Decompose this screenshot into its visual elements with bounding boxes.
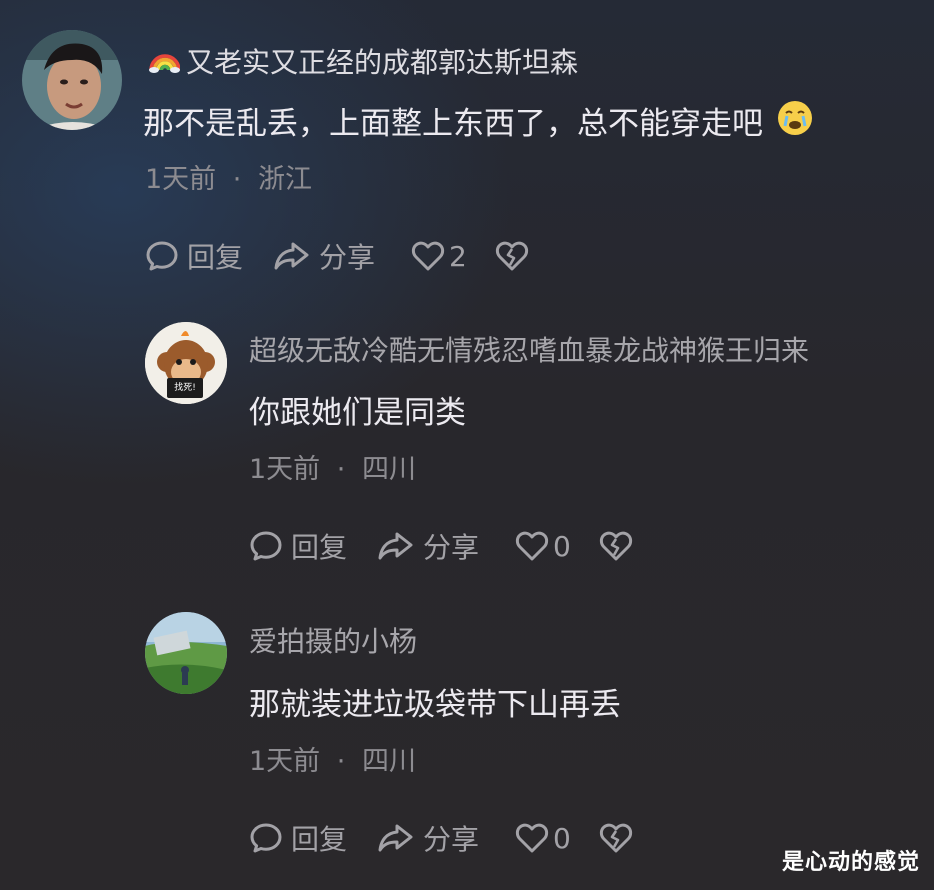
comment-meta: 1天前 · 四川: [249, 745, 416, 779]
action-bar: 回复 分享 2: [145, 236, 529, 276]
action-bar: 回复 分享 0: [249, 526, 633, 566]
broken-heart-icon: [599, 822, 633, 854]
share-arrow-icon: [273, 239, 311, 273]
avatar[interactable]: 找死!: [145, 322, 227, 404]
share-arrow-icon: [377, 821, 415, 855]
share-label: 分享: [319, 241, 376, 274]
reply-button[interactable]: 回复: [145, 236, 243, 276]
comment-meta: 1天前 · 浙江: [145, 163, 312, 197]
reply-label: 回复: [187, 241, 244, 274]
comment-body: 你跟她们是同类: [249, 395, 466, 431]
comment-body: 那就装进垃圾袋带下山再丢: [249, 687, 621, 723]
like-button[interactable]: 0: [515, 530, 571, 563]
location: 四川: [361, 746, 416, 777]
reply-label: 回复: [291, 823, 348, 856]
heart-icon: [515, 530, 549, 562]
reply-label: 回复: [291, 531, 348, 564]
comment-bubble-icon: [249, 821, 283, 855]
share-button[interactable]: 分享: [377, 818, 479, 858]
share-arrow-icon: [377, 529, 415, 563]
avatar[interactable]: [145, 612, 227, 694]
like-count: 0: [553, 821, 571, 855]
timestamp: 1天前: [145, 164, 217, 195]
comment-item: 找死! 超级无敌冷酷无情残忍嗜血暴龙战神猴王归来 你跟她们是同类 1天前 · 四…: [0, 300, 934, 590]
comment-bubble-icon: [145, 239, 179, 273]
comment-body: 那不是乱丢，上面整上东西了，总不能穿走吧: [143, 105, 763, 142]
share-button[interactable]: 分享: [273, 236, 375, 276]
action-bar: 回复 分享 0: [249, 818, 633, 858]
meta-separator: ·: [232, 164, 242, 195]
comment-bubble-icon: [249, 529, 283, 563]
like-count: 2: [449, 239, 467, 273]
avatar-sign-text: 找死!: [174, 383, 196, 393]
share-label: 分享: [423, 531, 480, 564]
username-text: 又老实又正经的成都郭达斯坦森: [186, 45, 579, 79]
like-button[interactable]: 0: [515, 822, 571, 855]
meta-separator: ·: [336, 454, 346, 485]
heart-icon: [411, 240, 445, 272]
comment-item: 又老实又正经的成都郭达斯坦森 那不是乱丢，上面整上东西了，总不能穿走吧 1天前 …: [0, 0, 934, 300]
timestamp: 1天前: [249, 746, 321, 777]
timestamp: 1天前: [249, 454, 321, 485]
username[interactable]: 又老实又正经的成都郭达斯坦森: [148, 42, 578, 83]
broken-heart-icon: [495, 240, 529, 272]
dislike-button[interactable]: [599, 822, 633, 854]
comment-text: 那不是乱丢，上面整上东西了，总不能穿走吧: [143, 98, 815, 149]
like-count: 0: [553, 529, 571, 563]
username[interactable]: 超级无敌冷酷无情残忍嗜血暴龙战神猴王归来: [249, 333, 809, 369]
reply-button[interactable]: 回复: [249, 526, 347, 566]
dislike-button[interactable]: [599, 530, 633, 562]
like-button[interactable]: 2: [411, 240, 467, 273]
reply-button[interactable]: 回复: [249, 818, 347, 858]
crying-face-icon: [775, 98, 815, 149]
share-button[interactable]: 分享: [377, 526, 479, 566]
comment-meta: 1天前 · 四川: [249, 453, 416, 487]
location: 浙江: [257, 164, 312, 195]
comment-text: 你跟她们是同类: [249, 392, 466, 434]
rainbow-icon: [148, 42, 181, 83]
dislike-button[interactable]: [495, 240, 529, 272]
broken-heart-icon: [599, 530, 633, 562]
location: 四川: [361, 454, 416, 485]
username[interactable]: 爱拍摄的小杨: [249, 624, 417, 660]
avatar[interactable]: [22, 30, 122, 130]
heart-icon: [515, 822, 549, 854]
watermark: 是心动的感觉: [781, 850, 920, 875]
meta-separator: ·: [336, 746, 346, 777]
comment-text: 那就装进垃圾袋带下山再丢: [249, 684, 621, 726]
share-label: 分享: [423, 823, 480, 856]
